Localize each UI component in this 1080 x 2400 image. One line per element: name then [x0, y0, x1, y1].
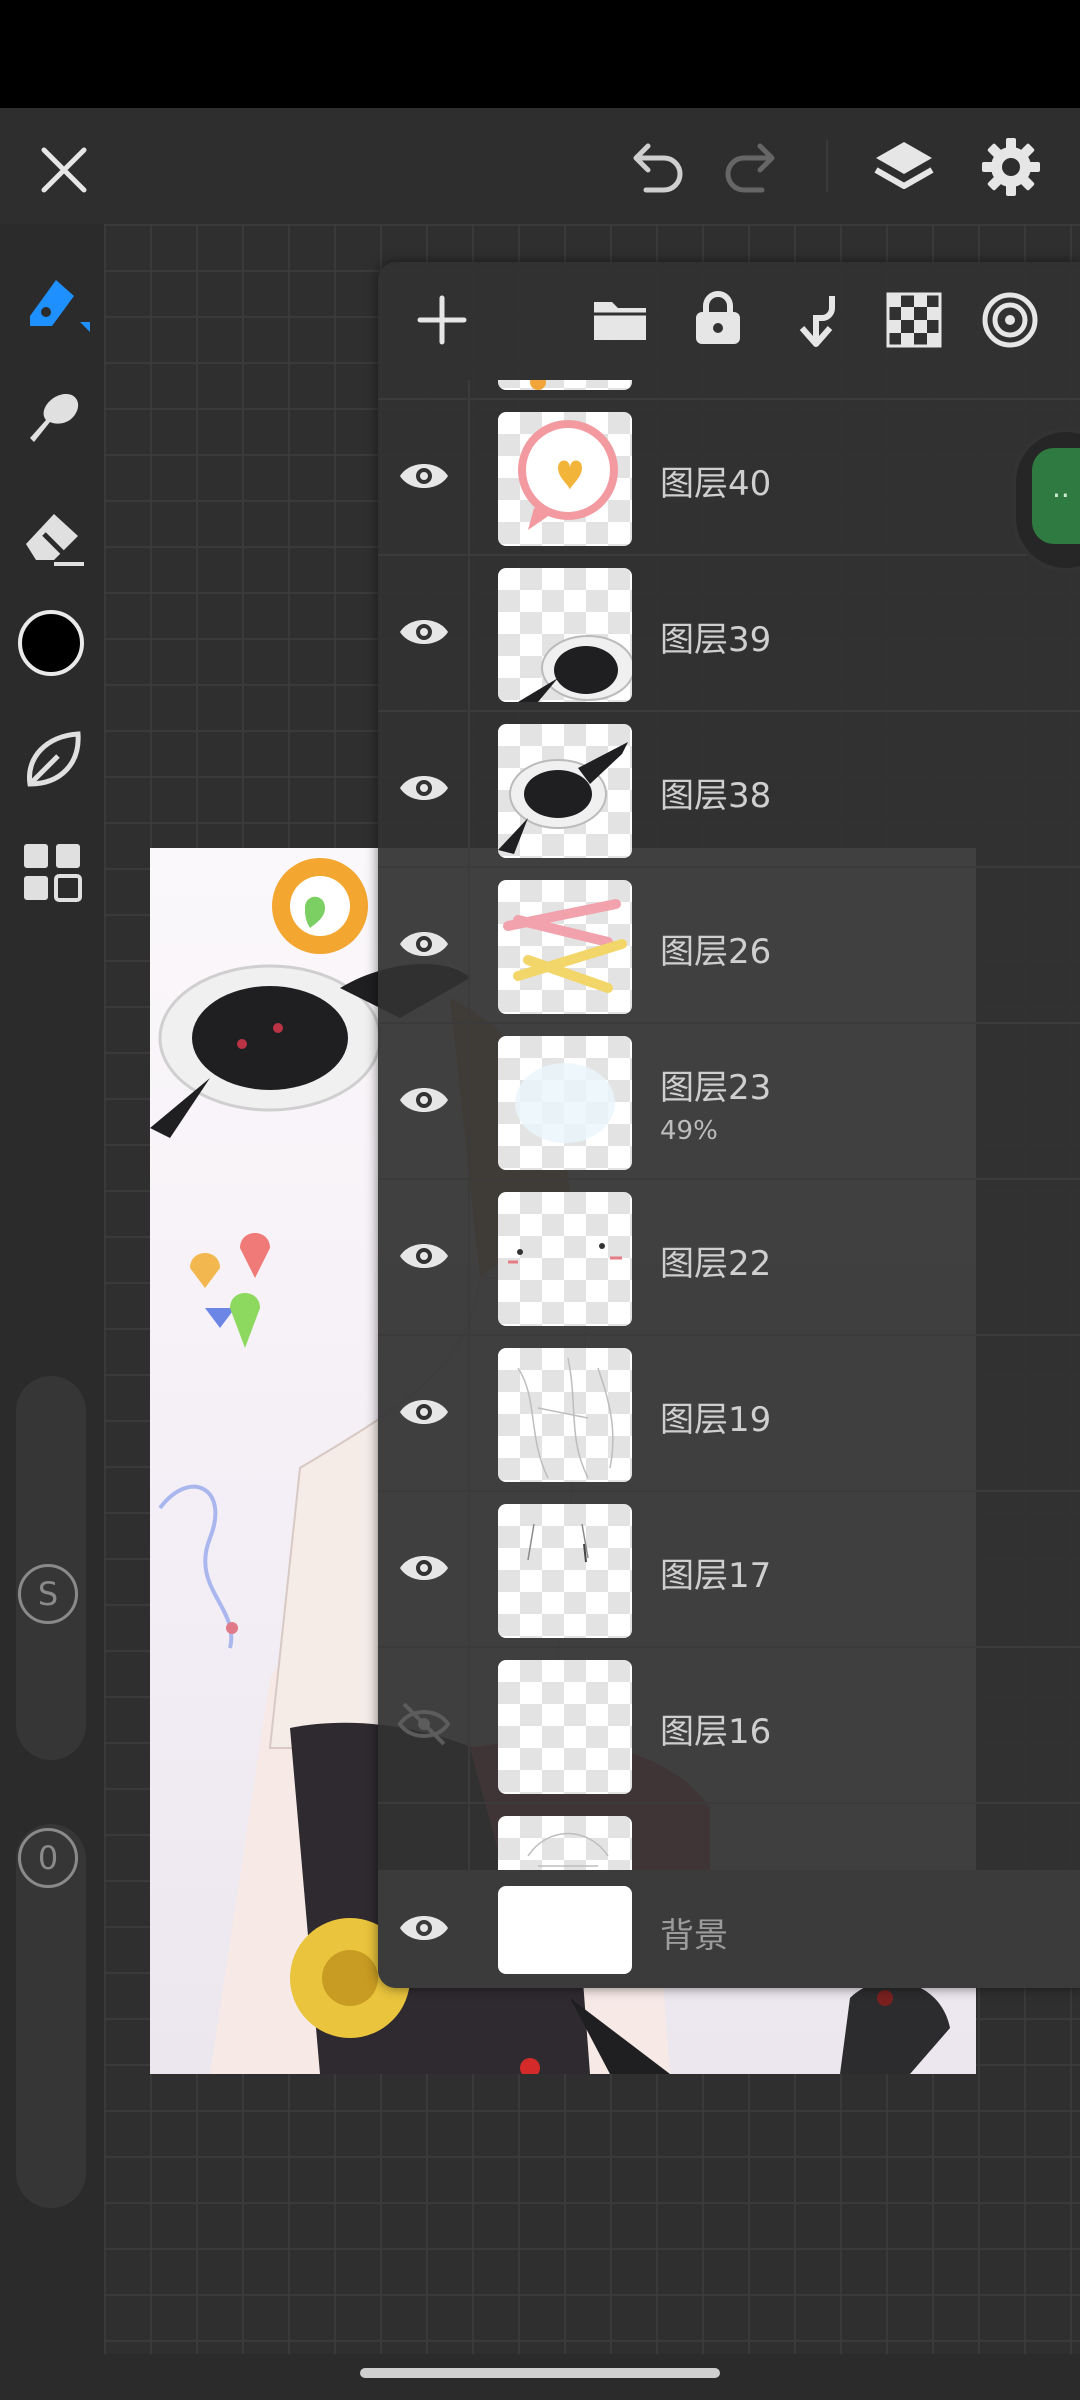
eye-icon[interactable]	[396, 1900, 452, 1956]
layer-name: 图层17	[660, 1556, 772, 1596]
eye-icon[interactable]	[396, 1228, 452, 1284]
add-layer-icon[interactable]	[412, 290, 472, 350]
layer-row-partial-top	[378, 380, 1080, 400]
eraser-icon[interactable]	[18, 500, 88, 570]
eye-icon[interactable]	[396, 1540, 452, 1596]
layer-name: 图层26	[660, 932, 772, 972]
eye-icon[interactable]	[396, 604, 452, 660]
layer-row[interactable]: 图层23 49%	[378, 1024, 1080, 1180]
layer-name: 图层23	[660, 1068, 772, 1108]
layer-opacity: 49%	[660, 1116, 718, 1146]
close-icon[interactable]	[34, 140, 94, 200]
eye-icon[interactable]	[396, 916, 452, 972]
layer-thumbnail	[498, 412, 632, 546]
layer-row[interactable]: 图层38	[378, 712, 1080, 868]
transparency-icon[interactable]	[886, 292, 942, 348]
layer-thumbnail	[498, 1816, 632, 1870]
layer-thumbnail	[498, 1504, 632, 1638]
more-icon[interactable]: ··	[1032, 448, 1080, 544]
layer-row[interactable]: 图层19	[378, 1336, 1080, 1492]
brush-icon[interactable]	[16, 266, 90, 340]
undo-icon[interactable]	[624, 136, 688, 200]
background-thumbnail	[498, 1886, 632, 1974]
layer-row-partial-bottom	[378, 1804, 1080, 1870]
merge-down-icon[interactable]	[788, 290, 844, 350]
gallery-icon[interactable]	[22, 842, 84, 904]
layer-thumbnail	[498, 1036, 632, 1170]
toolbar-separator	[826, 140, 828, 192]
blend-icon[interactable]	[980, 290, 1040, 350]
layer-thumbnail	[498, 724, 632, 858]
layer-thumbnail	[498, 568, 632, 702]
layer-name: 图层16	[660, 1712, 772, 1752]
layer-row[interactable]: 图层26	[378, 868, 1080, 1024]
layers-icon[interactable]	[870, 134, 938, 202]
status-bar	[0, 0, 1080, 108]
color-swatch[interactable]	[18, 610, 84, 676]
layers-panel: 图层40 图层39 图层38 图层26 图层23 49% 图层22 图层19 图…	[378, 262, 1080, 1988]
layer-name: 图层38	[660, 776, 772, 816]
redo-icon[interactable]	[720, 136, 784, 200]
opacity-badge: 0	[18, 1828, 78, 1888]
layer-thumbnail	[498, 1348, 632, 1482]
eye-hidden-icon[interactable]	[396, 1696, 452, 1752]
background-layer-name: 背景	[660, 1916, 728, 1956]
eye-icon[interactable]	[396, 760, 452, 816]
eye-icon[interactable]	[396, 448, 452, 504]
layer-thumbnail	[498, 1192, 632, 1326]
lock-icon[interactable]	[690, 288, 746, 348]
layer-list[interactable]: 图层40 图层39 图层38 图层26 图层23 49% 图层22 图层19 图…	[378, 380, 1080, 1870]
background-layer-row[interactable]: 背景	[378, 1870, 1080, 1988]
layer-row[interactable]: 图层17	[378, 1492, 1080, 1648]
smudge-icon[interactable]	[18, 380, 88, 450]
layer-name: 图层39	[660, 620, 772, 660]
layer-row[interactable]: 图层40	[378, 400, 1080, 556]
layer-thumbnail	[498, 1660, 632, 1794]
shape-icon[interactable]	[18, 724, 88, 794]
eye-icon[interactable]	[396, 1384, 452, 1440]
layers-panel-toolbar	[378, 262, 1080, 380]
home-indicator[interactable]	[360, 2368, 720, 2378]
layer-row[interactable]: 图层16	[378, 1648, 1080, 1804]
eye-icon[interactable]	[396, 1072, 452, 1128]
layer-row[interactable]: 图层22	[378, 1180, 1080, 1336]
layer-thumbnail	[498, 380, 632, 390]
layer-thumbnail	[498, 880, 632, 1014]
layer-name: 图层22	[660, 1244, 772, 1284]
settings-icon[interactable]	[978, 134, 1044, 200]
brush-size-badge: S	[18, 1564, 78, 1624]
folder-icon[interactable]	[590, 294, 650, 346]
layer-name: 图层19	[660, 1400, 772, 1440]
layer-name: 图层40	[660, 464, 772, 504]
layer-row[interactable]: 图层39	[378, 556, 1080, 712]
